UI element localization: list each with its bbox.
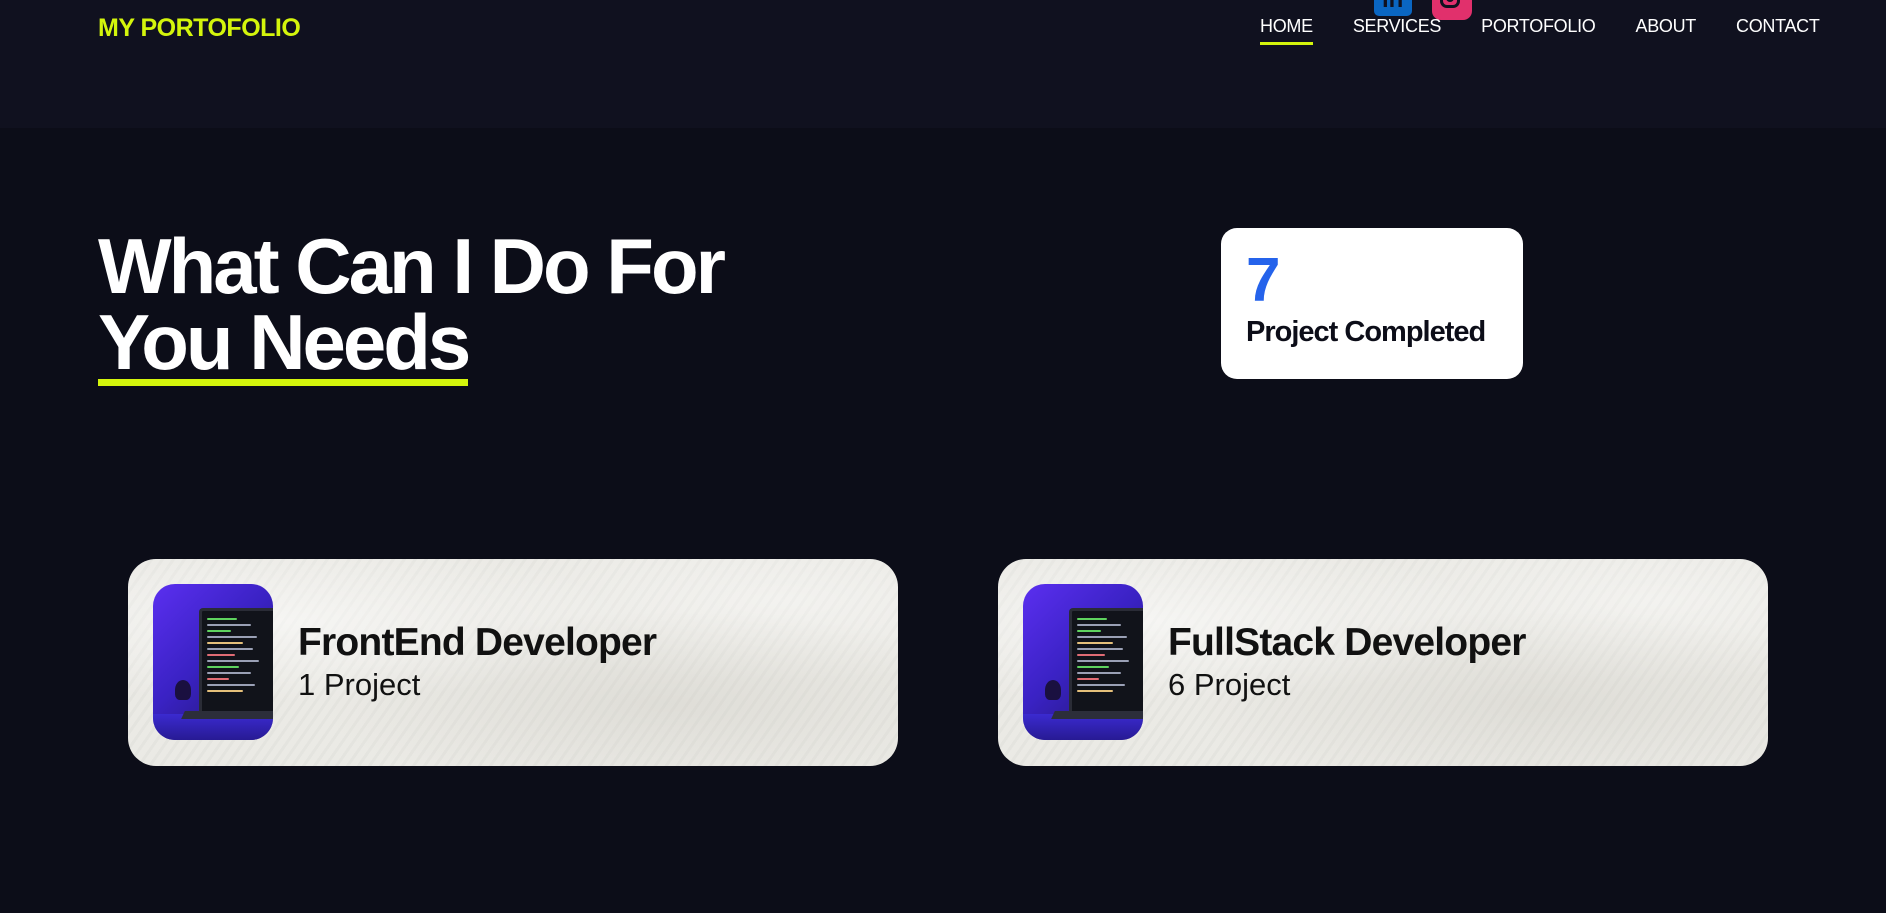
- header-bar: MY PORTOFOLIO HOME SERVICES PORTOFOLIO A…: [0, 0, 1886, 128]
- nav-item-about[interactable]: ABOUT: [1636, 16, 1697, 37]
- service-card-frontend[interactable]: FrontEnd Developer 1 Project: [128, 559, 898, 766]
- service-title: FullStack Developer: [1168, 621, 1526, 664]
- laptop-code-image: [153, 584, 273, 740]
- main-nav: HOME SERVICES PORTOFOLIO ABOUT CONTACT: [1260, 16, 1820, 45]
- nav-item-services[interactable]: SERVICES: [1353, 16, 1442, 37]
- site-logo[interactable]: MY PORTOFOLIO: [98, 14, 301, 43]
- nav-item-home[interactable]: HOME: [1260, 16, 1313, 45]
- linkedin-icon[interactable]: [1374, 0, 1412, 16]
- hero-title: What Can I Do For You Needs: [98, 227, 726, 386]
- nav-item-portofolio[interactable]: PORTOFOLIO: [1481, 16, 1596, 37]
- projects-completed-label: Project Completed: [1246, 316, 1486, 348]
- nav-item-contact[interactable]: CONTACT: [1736, 16, 1820, 37]
- service-project-count: 1 Project: [298, 667, 421, 702]
- projects-completed-card: 7 Project Completed: [1221, 228, 1523, 379]
- projects-completed-count: 7: [1246, 246, 1281, 315]
- service-project-count: 6 Project: [1168, 667, 1291, 702]
- service-card-fullstack[interactable]: FullStack Developer 6 Project: [998, 559, 1768, 766]
- hero-title-line1: What Can I Do For: [98, 222, 726, 310]
- hero-title-line2: You Needs: [98, 298, 471, 386]
- laptop-code-image: [1023, 584, 1143, 740]
- service-title: FrontEnd Developer: [298, 621, 657, 664]
